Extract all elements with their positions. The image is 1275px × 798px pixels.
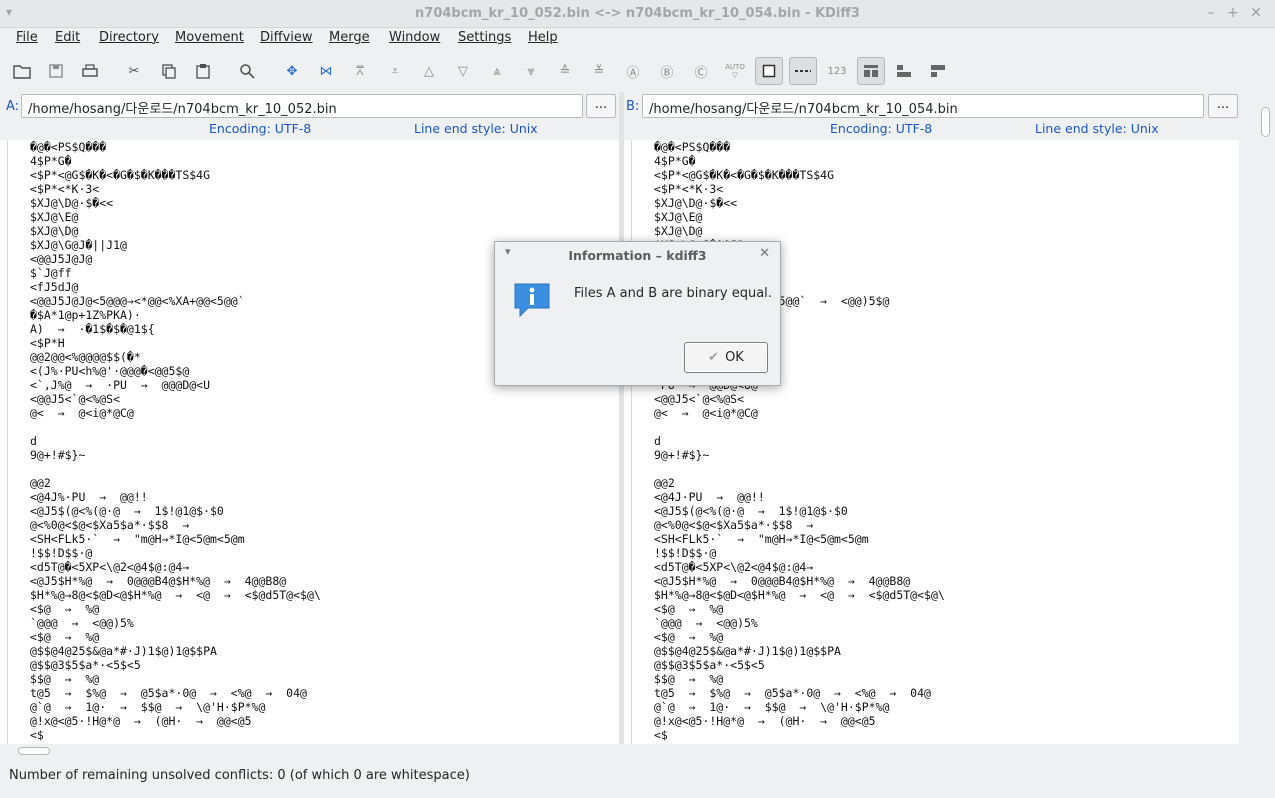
menu-directory[interactable]: Directory	[99, 30, 159, 45]
go-top-icon[interactable]: ⋈	[314, 59, 338, 83]
dialog-ok-label: OK	[725, 350, 744, 365]
pane-b-gutter	[624, 140, 632, 744]
menu-edit[interactable]: Edit	[55, 30, 80, 45]
save-icon[interactable]	[44, 59, 68, 83]
menu-settings[interactable]: Settings	[458, 30, 511, 45]
join-diffs-icon[interactable]	[926, 59, 950, 83]
choose-a-icon[interactable]: Ⓐ	[621, 59, 645, 83]
show-whitespace-icon[interactable]	[755, 57, 783, 85]
choose-b-icon[interactable]: Ⓑ	[655, 59, 679, 83]
pane-a-path-input[interactable]: /home/hosang/다운로드/n704bcm_kr_10_052.bin	[21, 94, 583, 118]
pane-b-label: B:	[626, 99, 640, 114]
dialog-message: Files A and B are binary equal.	[574, 286, 772, 301]
show-whitespace-chars-icon[interactable]	[789, 57, 817, 85]
vertical-scrollbar-thumb[interactable]	[1261, 107, 1270, 137]
show-line-numbers-icon[interactable]: 123	[825, 59, 849, 83]
horizontal-scrollbar[interactable]	[0, 744, 1257, 758]
menu-help[interactable]: Help	[528, 30, 558, 45]
auto-advance-label: AUTO	[725, 63, 745, 71]
copy-icon[interactable]	[157, 59, 181, 83]
pane-b-header: B: /home/hosang/다운로드/n704bcm_kr_10_054.b…	[624, 92, 1239, 140]
menu-file[interactable]: File	[16, 30, 38, 45]
menu-bar: File Edit Directory Movement Diffview Me…	[0, 28, 1275, 50]
dialog-title: Information – kdiff3	[568, 248, 707, 263]
dialog-close-button[interactable]: ✕	[759, 246, 770, 261]
information-icon	[514, 283, 550, 318]
go-prev-unsolved-icon[interactable]: ⩓	[485, 59, 509, 83]
choose-c-icon[interactable]: Ⓒ	[689, 59, 713, 83]
find-icon[interactable]	[235, 59, 259, 83]
pane-b-text[interactable]: �@�<PS$Q��� 4$P*G� <$P*<@G$�K�<�G�$�K���…	[624, 140, 1239, 744]
menu-movement[interactable]: Movement	[175, 30, 244, 45]
go-prev-conflict-icon[interactable]: △	[417, 59, 441, 83]
window-title: n704bcm_kr_10_052.bin <-> n704bcm_kr_10_…	[415, 6, 860, 21]
dialog-ok-button[interactable]: ✔ OK	[684, 342, 768, 373]
go-next-unsolved-icon[interactable]: ⩔	[519, 59, 543, 83]
vertical-scrollbar[interactable]	[1257, 92, 1275, 744]
menu-window[interactable]: Window	[389, 30, 440, 45]
pane-a-encoding: Encoding: UTF-8	[209, 121, 312, 136]
pane-b-encoding: Encoding: UTF-8	[830, 121, 933, 136]
open-icon[interactable]	[10, 59, 34, 83]
check-icon: ✔	[708, 350, 720, 365]
pane-a-line-end: Line end style: Unix	[414, 121, 538, 136]
go-bottom-icon[interactable]: ≚	[587, 59, 611, 83]
split-diff-icon[interactable]	[892, 59, 916, 83]
cut-icon[interactable]: ✂	[122, 59, 146, 83]
status-bar: Number of remaining unsolved conflicts: …	[0, 764, 1275, 790]
pane-b-line-end: Line end style: Unix	[1035, 121, 1159, 136]
pane-b: B: /home/hosang/다운로드/n704bcm_kr_10_054.b…	[624, 92, 1239, 744]
minimize-button[interactable]: –	[1202, 4, 1220, 22]
toolbar: ✂ ✥ ⋈ ⩞ ⩡ △ ▽ ⩓ ⩔ ≙ ≚ Ⓐ Ⓑ Ⓒ AUTO ▽ 123	[0, 54, 1275, 88]
pane-a-label: A:	[6, 99, 20, 114]
pane-a-header: A: /home/hosang/다운로드/n704bcm_kr_10_052.b…	[0, 92, 619, 140]
go-prev-whitespace-icon[interactable]: ≙	[553, 59, 577, 83]
status-text: Number of remaining unsolved conflicts: …	[9, 768, 470, 783]
go-current-icon[interactable]: ✥	[280, 59, 304, 83]
pane-a-browse-button[interactable]: ...	[586, 94, 616, 118]
menu-diffview[interactable]: Diffview	[260, 30, 313, 45]
pane-a-text[interactable]: �@�<PS$Q��� 4$P*G� <$P*<@G$�K�<�G�$�K���…	[0, 140, 619, 744]
auto-advance-icon[interactable]: AUTO ▽	[723, 59, 747, 83]
pane-b-path-input[interactable]: /home/hosang/다운로드/n704bcm_kr_10_054.bin	[642, 94, 1204, 118]
go-next-conflict-icon[interactable]: ▽	[451, 59, 475, 83]
go-prev-delta-icon[interactable]: ⩞	[348, 59, 372, 83]
title-bar: ▾ n704bcm_kr_10_052.bin <-> n704bcm_kr_1…	[0, 0, 1275, 28]
paste-icon[interactable]	[191, 59, 215, 83]
menu-merge[interactable]: Merge	[329, 30, 370, 45]
maximize-button[interactable]: +	[1224, 4, 1242, 22]
pane-b-browse-button[interactable]: ...	[1208, 94, 1238, 118]
pane-a: A: /home/hosang/다운로드/n704bcm_kr_10_052.b…	[0, 92, 619, 744]
pane-a-gutter	[0, 140, 8, 744]
print-icon[interactable]	[78, 59, 102, 83]
pane-b-content: �@�<PS$Q��� 4$P*G� <$P*<@G$�K�<�G�$�K���…	[654, 140, 945, 742]
close-button[interactable]: ✕	[1247, 4, 1265, 22]
pane-a-content: �@�<PS$Q��� 4$P*G� <$P*<@G$�K�<�G�$�K���…	[30, 140, 321, 742]
go-next-delta-icon[interactable]: ⩡	[383, 59, 407, 83]
horizontal-scrollbar-thumb[interactable]	[18, 747, 50, 755]
information-dialog: ▾ Information – kdiff3 ✕ Files A and B a…	[494, 241, 781, 386]
dir-show-icon[interactable]	[857, 57, 885, 85]
